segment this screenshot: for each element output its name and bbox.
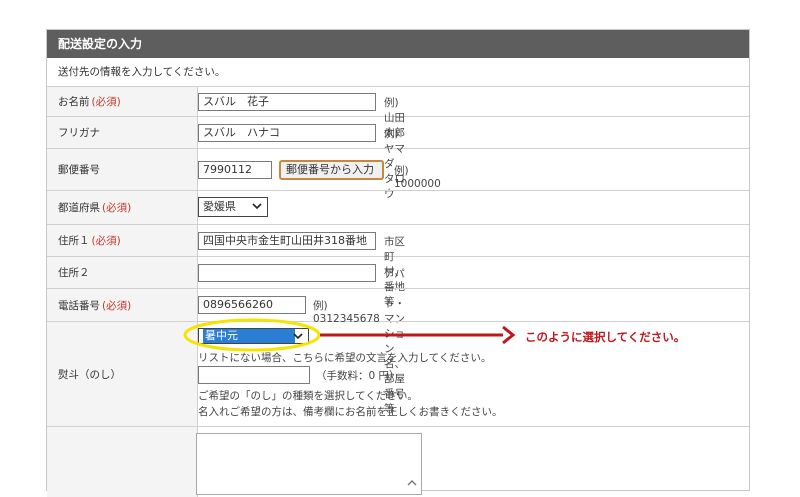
prefecture-select-value: 愛媛県 xyxy=(203,200,236,213)
noshi-fee: （手数料：0 円） xyxy=(316,370,400,382)
postal-input[interactable]: 7990112 xyxy=(198,161,272,179)
label-noshi: 熨斗（のし） xyxy=(47,322,198,426)
label-phone-text: 電話番号 xyxy=(58,299,100,312)
label-noshi-text: 熨斗（のし） xyxy=(58,368,121,381)
label-furigana-text: フリガナ xyxy=(58,127,100,139)
label-postal-text: 郵便番号 xyxy=(58,164,100,176)
row-furigana: フリガナ スバル ハナコ 例) ヤマダ タロウ xyxy=(47,117,749,200)
label-name: お名前 (必須) xyxy=(47,87,198,116)
row-remarks xyxy=(47,427,749,497)
label-address2: 住所２ xyxy=(47,257,198,288)
chevron-down-icon xyxy=(293,333,303,340)
row-address1: 住所１ (必須) 四国中央市金生町山田井318番地 市区町村、番地等 xyxy=(47,225,749,308)
label-address1: 住所１ (必須) xyxy=(47,225,198,256)
label-remarks xyxy=(47,427,198,497)
furigana-input[interactable]: スバル ハナコ xyxy=(198,124,376,142)
row-postal: 郵便番号 7990112 郵便番号から入力 例) 1000000 xyxy=(47,149,749,191)
required-mark: (必須) xyxy=(102,299,132,312)
label-name-text: お名前 xyxy=(58,96,90,108)
prefecture-select[interactable]: 愛媛県 xyxy=(198,197,268,217)
postal-example: 例) 1000000 xyxy=(394,165,441,190)
phone-example: 例) 0312345678 xyxy=(313,300,380,325)
noshi-select-value: 暑中元 xyxy=(203,329,295,343)
chevron-up-icon xyxy=(407,480,417,486)
row-name: お名前 (必須) スバル 花子 例) 山田 太郎 xyxy=(47,87,749,139)
label-postal: 郵便番号 xyxy=(47,149,198,190)
row-prefecture: 都道府県 (必須) 愛媛県 xyxy=(47,191,749,225)
address1-input[interactable]: 四国中央市金生町山田井318番地 xyxy=(198,232,376,250)
label-address1-text: 住所１ xyxy=(58,235,90,247)
row-phone: 電話番号 (必須) 0896566260 例) 0312345678 xyxy=(47,289,749,325)
annotation-text: このように選択してください。 xyxy=(525,330,686,344)
row-address2: 住所２ アパート・マンション名、部屋番号等 xyxy=(47,257,749,415)
required-mark: (必須) xyxy=(91,96,121,108)
label-address2-text: 住所２ xyxy=(58,267,90,279)
phone-input[interactable]: 0896566260 xyxy=(198,296,306,314)
label-furigana: フリガナ xyxy=(47,117,198,148)
required-mark: (必須) xyxy=(102,202,132,214)
address2-input[interactable] xyxy=(198,264,376,282)
delivery-settings-panel: 配送設定の入力 送付先の情報を入力してください。 お名前 (必須) スバル 花子… xyxy=(46,29,750,497)
noshi-custom-note: リストにない場合、こちらに希望の文言を入力してください。 xyxy=(198,352,492,364)
noshi-select[interactable]: 暑中元 xyxy=(198,328,309,344)
section-notice: 送付先の情報を入力してください。 xyxy=(47,58,749,87)
label-prefecture-text: 都道府県 xyxy=(58,202,100,214)
label-prefecture: 都道府県 (必須) xyxy=(47,191,198,224)
section-header: 配送設定の入力 xyxy=(47,30,749,58)
noshi-custom-input[interactable] xyxy=(198,366,310,384)
label-phone: 電話番号 (必須) xyxy=(47,289,198,321)
chevron-down-icon xyxy=(252,203,262,210)
name-input[interactable]: スバル 花子 xyxy=(198,93,376,111)
required-mark: (必須) xyxy=(91,235,121,247)
remarks-textarea[interactable] xyxy=(196,433,422,495)
noshi-guide-1: ご希望の「のし」の種類を選択してください。 xyxy=(198,390,418,402)
postal-lookup-button[interactable]: 郵便番号から入力 xyxy=(279,160,384,180)
noshi-guide-2: 名入れご希望の方は、備考欄にお名前を正しくお書きください。 xyxy=(198,406,503,418)
